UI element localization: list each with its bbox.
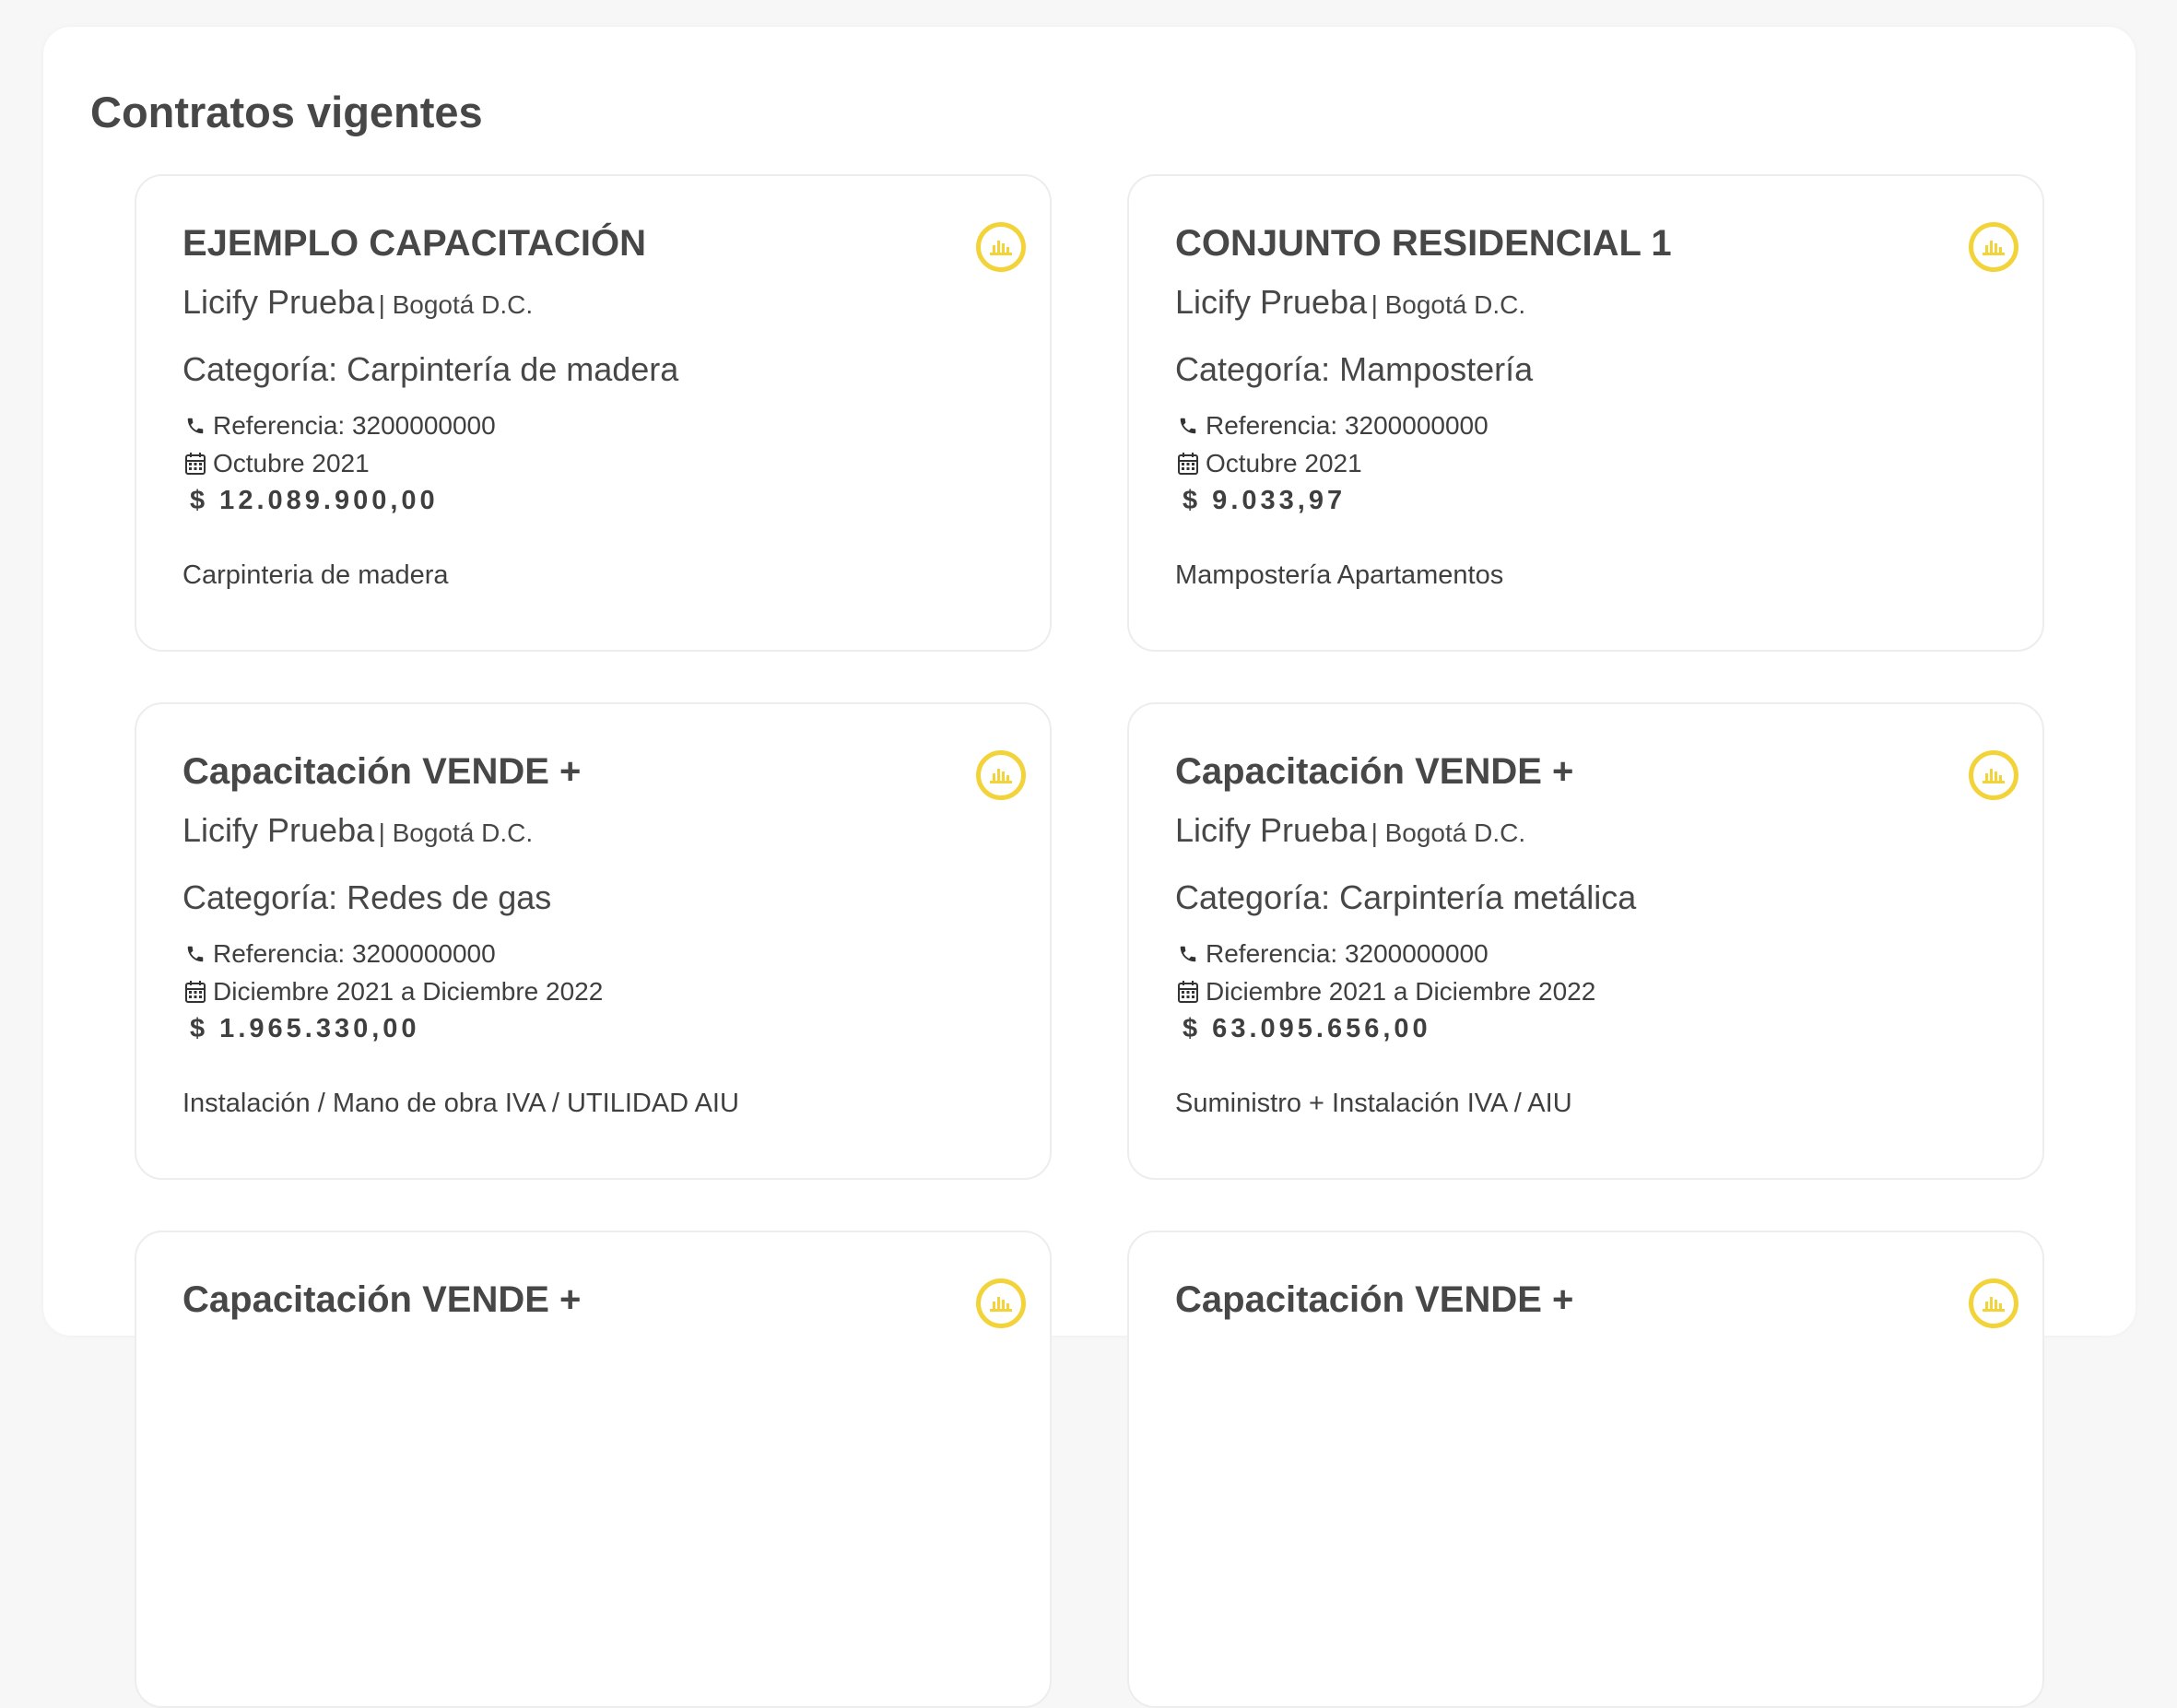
- chart-bar-icon[interactable]: [976, 750, 1026, 800]
- contract-card[interactable]: Capacitación VENDE +: [135, 1231, 1052, 1708]
- contract-category: Categoría: Redes de gas: [182, 878, 552, 916]
- contracts-grid: EJEMPLO CAPACITACIÓN Licify Prueba | Bog…: [135, 174, 2044, 1708]
- contract-card[interactable]: Capacitación VENDE + Licify Prueba | Bog…: [1127, 702, 2044, 1180]
- reference-text: Referencia: 3200000000: [1206, 411, 1489, 440]
- client-name: Licify Prueba: [1175, 811, 1368, 849]
- contract-category: Categoría: Carpintería metálica: [1175, 878, 1637, 916]
- chart-bar-icon[interactable]: [1969, 222, 2018, 272]
- contract-card[interactable]: Capacitación VENDE +: [1127, 1231, 2044, 1708]
- contract-meta: Referencia: 3200000000 Octubre 2021 $ 9.…: [1175, 406, 2042, 520]
- phone-icon: [182, 413, 208, 439]
- client-line: Licify Prueba | Bogotá D.C.: [1175, 282, 2042, 330]
- phone-icon: [182, 941, 208, 967]
- contract-category: Categoría: Carpintería de madera: [182, 350, 679, 388]
- date-row: Diciembre 2021 a Diciembre 2022: [182, 972, 1050, 1010]
- calendar-icon: [182, 979, 208, 1005]
- contract-card[interactable]: Capacitación VENDE + Licify Prueba | Bog…: [135, 702, 1052, 1180]
- reference-text: Referencia: 3200000000: [213, 411, 496, 440]
- contract-title: EJEMPLO CAPACITACIÓN: [182, 223, 646, 264]
- contract-meta: Referencia: 3200000000 Diciembre 2021 a …: [182, 935, 1050, 1048]
- calendar-icon: [1175, 979, 1201, 1005]
- chart-bar-icon[interactable]: [976, 1278, 1026, 1328]
- date-text: Diciembre 2021 a Diciembre 2022: [1206, 977, 1596, 1006]
- reference-text: Referencia: 3200000000: [213, 939, 496, 968]
- reference-row: Referencia: 3200000000: [182, 406, 1050, 444]
- date-text: Diciembre 2021 a Diciembre 2022: [213, 977, 604, 1006]
- client-name: Licify Prueba: [182, 811, 375, 849]
- client-city: | Bogotá D.C.: [378, 819, 534, 847]
- phone-icon: [1175, 413, 1201, 439]
- contract-title: Capacitación VENDE +: [1175, 1279, 1574, 1320]
- client-name: Licify Prueba: [182, 283, 375, 321]
- client-city: | Bogotá D.C.: [1371, 290, 1526, 319]
- contract-amount: $ 1.965.330,00: [190, 1014, 420, 1043]
- reference-row: Referencia: 3200000000: [1175, 406, 2042, 444]
- contract-card[interactable]: EJEMPLO CAPACITACIÓN Licify Prueba | Bog…: [135, 174, 1052, 652]
- contract-description: Mampostería Apartamentos: [1175, 560, 1504, 590]
- contract-description: Suministro + Instalación IVA / AIU: [1175, 1089, 1572, 1118]
- page-title: Contratos vigentes: [90, 88, 483, 136]
- reference-text: Referencia: 3200000000: [1206, 939, 1489, 968]
- contract-category: Categoría: Mampostería: [1175, 350, 1534, 388]
- contract-card[interactable]: CONJUNTO RESIDENCIAL 1 Licify Prueba | B…: [1127, 174, 2044, 652]
- chart-bar-icon[interactable]: [976, 222, 1026, 272]
- client-city: | Bogotá D.C.: [378, 290, 534, 319]
- contract-title: Capacitación VENDE +: [182, 1279, 582, 1320]
- phone-icon: [1175, 941, 1201, 967]
- reference-row: Referencia: 3200000000: [1175, 935, 2042, 972]
- contract-description: Carpinteria de madera: [182, 560, 449, 590]
- contract-description: Instalación / Mano de obra IVA / UTILIDA…: [182, 1089, 739, 1118]
- date-row: Diciembre 2021 a Diciembre 2022: [1175, 972, 2042, 1010]
- date-row: Octubre 2021: [182, 444, 1050, 482]
- client-line: Licify Prueba | Bogotá D.C.: [1175, 810, 2042, 858]
- client-line: Licify Prueba | Bogotá D.C.: [182, 810, 1050, 858]
- client-city: | Bogotá D.C.: [1371, 819, 1526, 847]
- date-row: Octubre 2021: [1175, 444, 2042, 482]
- contract-meta: Referencia: 3200000000 Octubre 2021 $ 12…: [182, 406, 1050, 520]
- contract-meta: Referencia: 3200000000 Diciembre 2021 a …: [1175, 935, 2042, 1048]
- calendar-icon: [182, 451, 208, 477]
- client-name: Licify Prueba: [1175, 283, 1368, 321]
- date-text: Octubre 2021: [1206, 449, 1362, 477]
- chart-bar-icon[interactable]: [1969, 1278, 2018, 1328]
- calendar-icon: [1175, 451, 1201, 477]
- contract-title: CONJUNTO RESIDENCIAL 1: [1175, 223, 1672, 264]
- contract-title: Capacitación VENDE +: [182, 751, 582, 792]
- contract-amount: $ 63.095.656,00: [1183, 1014, 1431, 1043]
- client-line: Licify Prueba | Bogotá D.C.: [182, 282, 1050, 330]
- date-text: Octubre 2021: [213, 449, 370, 477]
- chart-bar-icon[interactable]: [1969, 750, 2018, 800]
- contract-title: Capacitación VENDE +: [1175, 751, 1574, 792]
- contract-amount: $ 9.033,97: [1183, 486, 1347, 515]
- contract-amount: $ 12.089.900,00: [190, 486, 439, 515]
- reference-row: Referencia: 3200000000: [182, 935, 1050, 972]
